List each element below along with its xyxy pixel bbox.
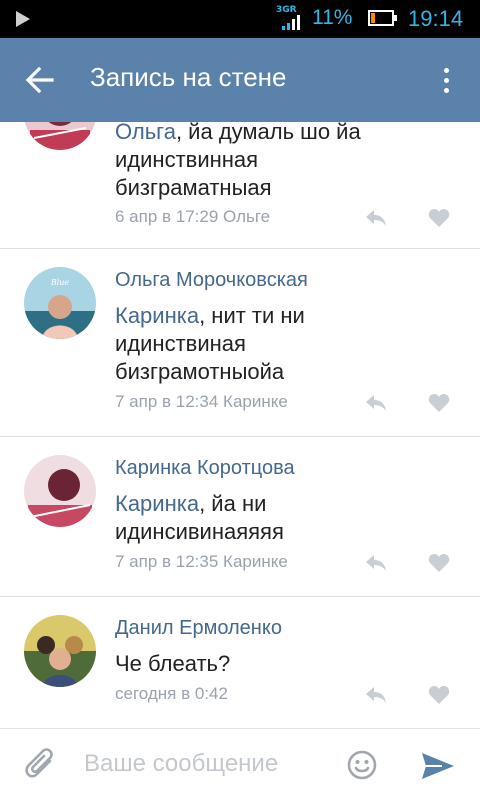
reply-icon[interactable] [364, 393, 388, 413]
like-heart-icon[interactable] [428, 208, 450, 228]
reply-icon[interactable] [364, 208, 388, 228]
comment-author[interactable]: Ольга Морочковская [115, 269, 308, 292]
mention-link[interactable]: Каринка [115, 491, 199, 516]
avatar[interactable]: Blue [24, 267, 96, 339]
attach-paperclip-icon[interactable] [24, 747, 58, 783]
send-icon[interactable] [420, 751, 456, 781]
like-heart-icon[interactable] [428, 553, 450, 573]
comment: Каринка Коротцова Каринка, йа ни идинсив… [0, 437, 480, 596]
reply-icon[interactable] [364, 553, 388, 573]
svg-text:Blue: Blue [50, 278, 70, 287]
comment-list: Ольга, йа думаль шо йа идинствинная бизг… [0, 122, 480, 728]
comment-text: Каринка, йа ни идинсивинаяяяя [115, 491, 284, 544]
comment-meta: 7 апр в 12:34 Каринке [115, 392, 288, 411]
message-input[interactable] [84, 745, 324, 783]
emoji-smile-icon[interactable] [346, 749, 378, 781]
page-title: Запись на стене [90, 62, 287, 92]
comment-text: Каринка, нит ти ни идинствиная бизграмот… [115, 303, 305, 384]
comment-author[interactable]: Данил Ермоленко [115, 617, 282, 640]
back-arrow-icon[interactable] [20, 60, 60, 100]
signal-icon [282, 14, 304, 30]
battery-icon [368, 10, 397, 26]
comment: Ольга, йа думаль шо йа идинствинная бизг… [0, 122, 480, 248]
comment-author[interactable]: Каринка Коротцова [115, 457, 295, 480]
comment-text: Че блеать? [115, 651, 231, 676]
mention-link[interactable]: Каринка [115, 303, 199, 328]
comment: Blue Ольга Морочковская Каринка, нит ти … [0, 249, 480, 436]
clock: 19:14 [408, 6, 464, 31]
like-heart-icon[interactable] [428, 393, 450, 413]
comment-meta: сегодня в 0:42 [115, 684, 228, 703]
message-composer [0, 728, 480, 801]
comment-meta: 6 апр в 17:29 Ольге [115, 207, 271, 226]
avatar[interactable] [24, 455, 96, 527]
like-heart-icon[interactable] [428, 685, 450, 705]
comment: Данил Ермоленко Че блеать? сегодня в 0:4… [0, 597, 480, 728]
comment-meta: 7 апр в 12:35 Каринке [115, 552, 288, 571]
play-icon [16, 11, 30, 27]
app-header: Запись на стене [0, 38, 480, 122]
avatar[interactable] [24, 122, 96, 150]
overflow-menu-icon[interactable] [436, 64, 456, 98]
reply-icon[interactable] [364, 685, 388, 705]
mention-link[interactable]: Ольга [115, 122, 176, 144]
status-bar: 3GR 11% 19:14 [0, 0, 480, 38]
avatar[interactable] [24, 615, 96, 687]
comment-text: Ольга, йа думаль шо йа идинствинная бизг… [115, 122, 415, 202]
battery-percent: 11% [312, 6, 353, 29]
